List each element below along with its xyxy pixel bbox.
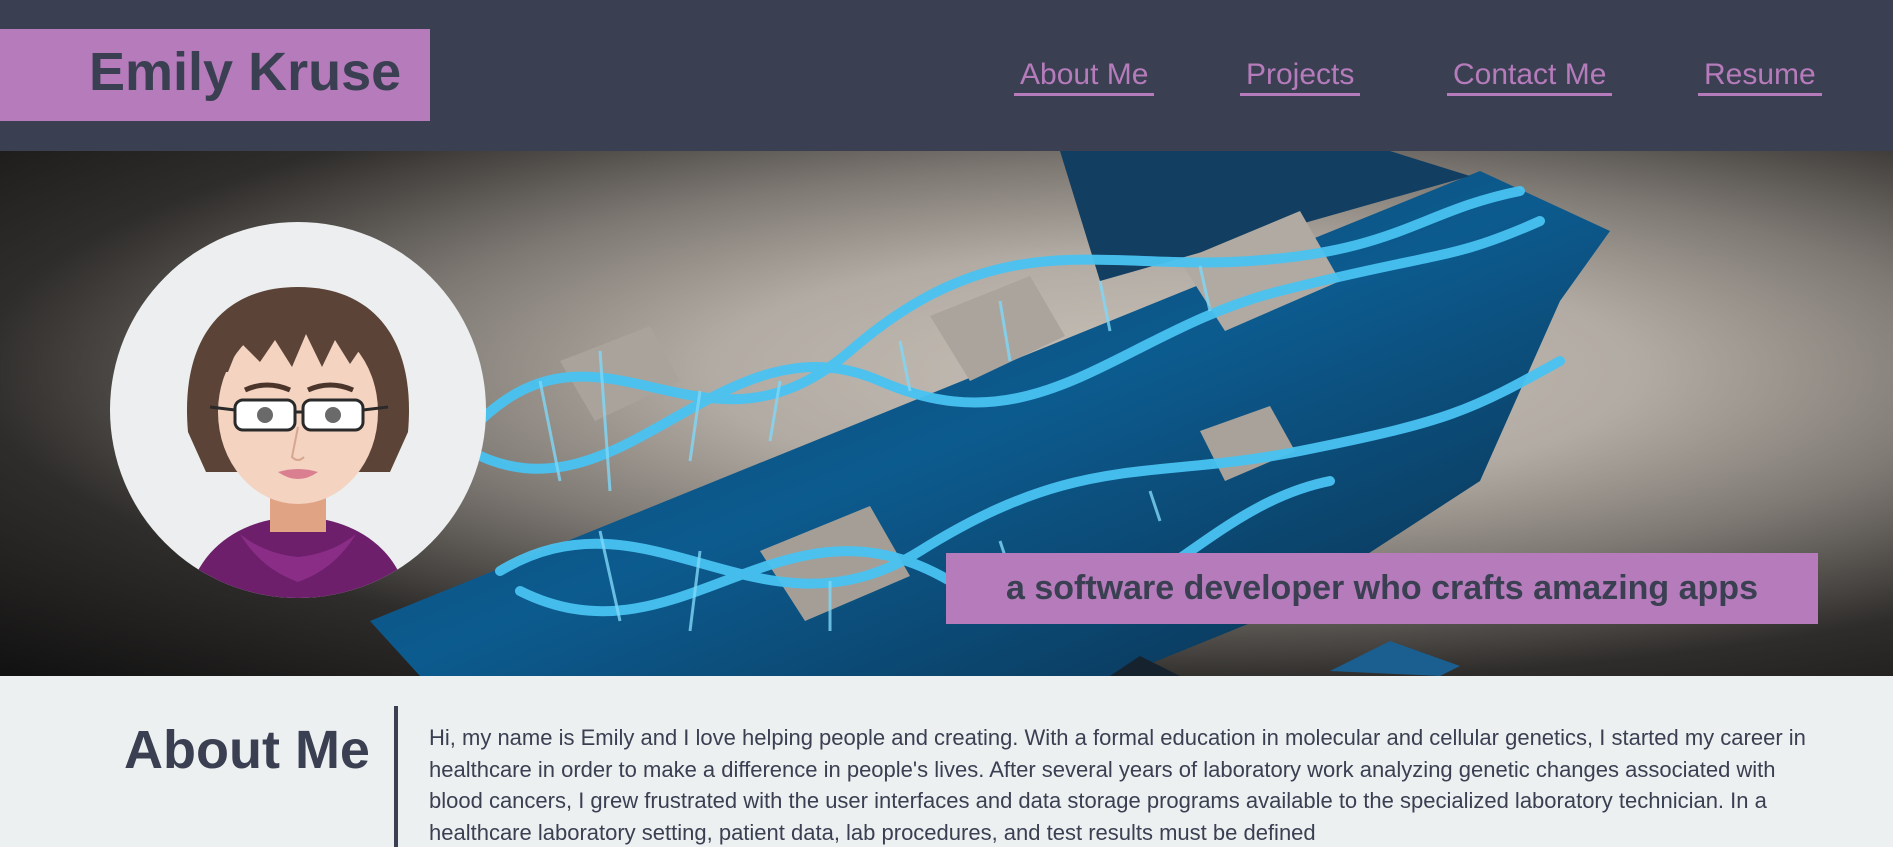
about-text: Hi, my name is Emily and I love helping … bbox=[429, 725, 1806, 845]
nav-link-projects[interactable]: Projects bbox=[1240, 58, 1361, 96]
tagline-box: a software developer who crafts amazing … bbox=[946, 553, 1818, 624]
hero-banner: a software developer who crafts amazing … bbox=[0, 151, 1893, 676]
nav-link-about-me[interactable]: About Me bbox=[1014, 58, 1155, 96]
section-divider bbox=[394, 706, 398, 847]
avatar bbox=[110, 222, 486, 598]
site-header: Emily Kruse About Me Projects Contact Me… bbox=[0, 0, 1893, 151]
about-section: About Me Hi, my name is Emily and I love… bbox=[0, 676, 1893, 847]
tagline-text: a software developer who crafts amazing … bbox=[1005, 569, 1758, 607]
nav-link-contact-me[interactable]: Contact Me bbox=[1447, 58, 1613, 96]
nav-link-resume[interactable]: Resume bbox=[1698, 58, 1822, 96]
avatar-illustration bbox=[186, 287, 410, 598]
main-nav: About Me Projects Contact Me Resume bbox=[0, 58, 1893, 98]
about-heading: About Me bbox=[124, 720, 370, 780]
